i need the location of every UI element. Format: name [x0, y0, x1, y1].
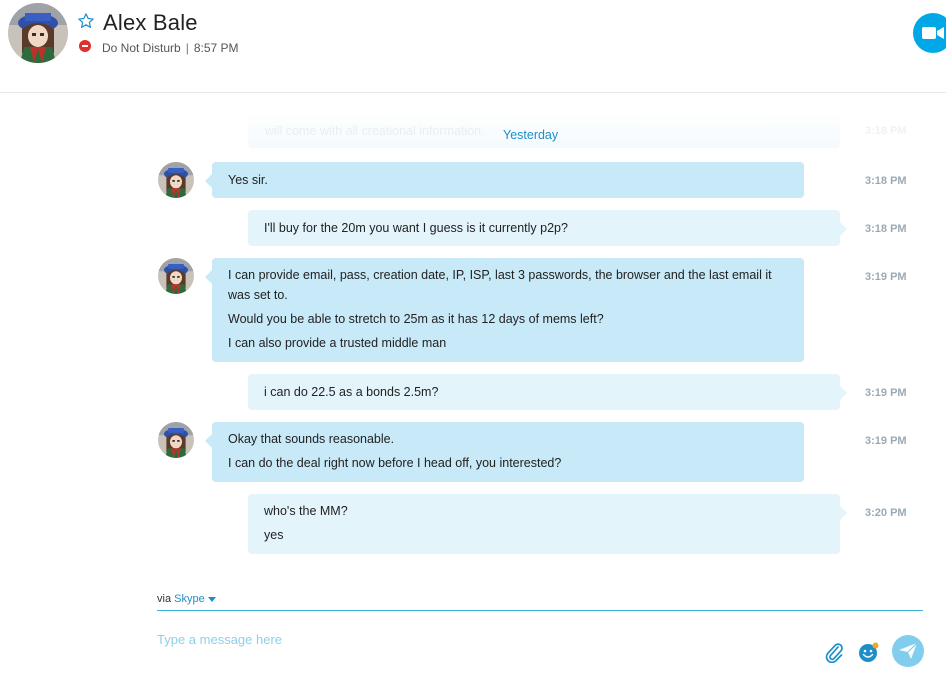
sender-avatar[interactable]	[158, 162, 194, 198]
message-bubble-incoming[interactable]: Okay that sounds reasonable. I can do th…	[205, 422, 804, 482]
status-time: 8:57 PM	[193, 41, 239, 55]
message-line: I can also provide a trusted middle man	[228, 336, 447, 350]
chat-header: Alex Bale Do Not Disturb | 8:57 PM	[0, 0, 946, 93]
message-line: Would you be able to stretch to 25m as i…	[228, 312, 604, 326]
message-time: 3:19 PM	[865, 387, 907, 399]
day-separator: Yesterday	[503, 128, 559, 142]
faded-message-time: 3:18 PM	[865, 125, 907, 137]
video-call-icon	[922, 27, 944, 39]
sender-avatar[interactable]	[158, 258, 194, 294]
contact-avatar[interactable]	[8, 3, 68, 63]
service-name: Skype	[174, 593, 205, 605]
message-line: I'll buy for the 20m you want I guess is…	[264, 221, 568, 235]
message-bubble-outgoing[interactable]: I'll buy for the 20m you want I guess is…	[248, 210, 847, 246]
message-input[interactable]	[157, 628, 797, 650]
message-bubble-outgoing[interactable]: who's the MM? yes	[248, 494, 847, 554]
status-separator: |	[185, 41, 189, 55]
via-service-selector[interactable]: via Skype	[157, 593, 216, 605]
send-icon	[899, 643, 917, 659]
message-time: 3:19 PM	[865, 271, 907, 283]
video-call-button[interactable]	[913, 13, 946, 53]
message-line: yes	[264, 528, 284, 542]
star-icon[interactable]	[77, 12, 95, 30]
status-text: Do Not Disturb	[102, 41, 181, 55]
message-bubble-outgoing[interactable]: i can do 22.5 as a bonds 2.5m?	[248, 374, 847, 410]
message-bubble-incoming[interactable]: I can provide email, pass, creation date…	[205, 258, 804, 362]
message-line: i can do 22.5 as a bonds 2.5m?	[264, 385, 439, 399]
message-line: Okay that sounds reasonable.	[228, 432, 395, 446]
status-line: Do Not Disturb | 8:57 PM	[102, 41, 239, 55]
message-line: Yes sir.	[228, 173, 268, 187]
contact-name: Alex Bale	[103, 10, 198, 35]
message-time: 3:18 PM	[865, 175, 907, 187]
message-time: 3:18 PM	[865, 223, 907, 235]
paperclip-icon[interactable]	[824, 641, 844, 664]
chevron-down-icon	[207, 596, 216, 602]
message-time: 3:19 PM	[865, 435, 907, 447]
do-not-disturb-icon	[79, 40, 91, 52]
message-line: I can provide email, pass, creation date…	[228, 268, 772, 302]
emoji-icon[interactable]	[858, 641, 880, 663]
message-line: who's the MM?	[264, 504, 348, 518]
message-line: I can do the deal right now before I hea…	[228, 456, 562, 470]
composer-divider	[157, 610, 923, 611]
faded-message-text: will come with all creational informatio…	[265, 124, 485, 138]
message-bubble-incoming[interactable]: Yes sir.	[205, 162, 804, 198]
via-label: via	[157, 593, 172, 605]
send-button[interactable]	[892, 635, 924, 667]
sender-avatar[interactable]	[158, 422, 194, 458]
message-time: 3:20 PM	[865, 507, 907, 519]
